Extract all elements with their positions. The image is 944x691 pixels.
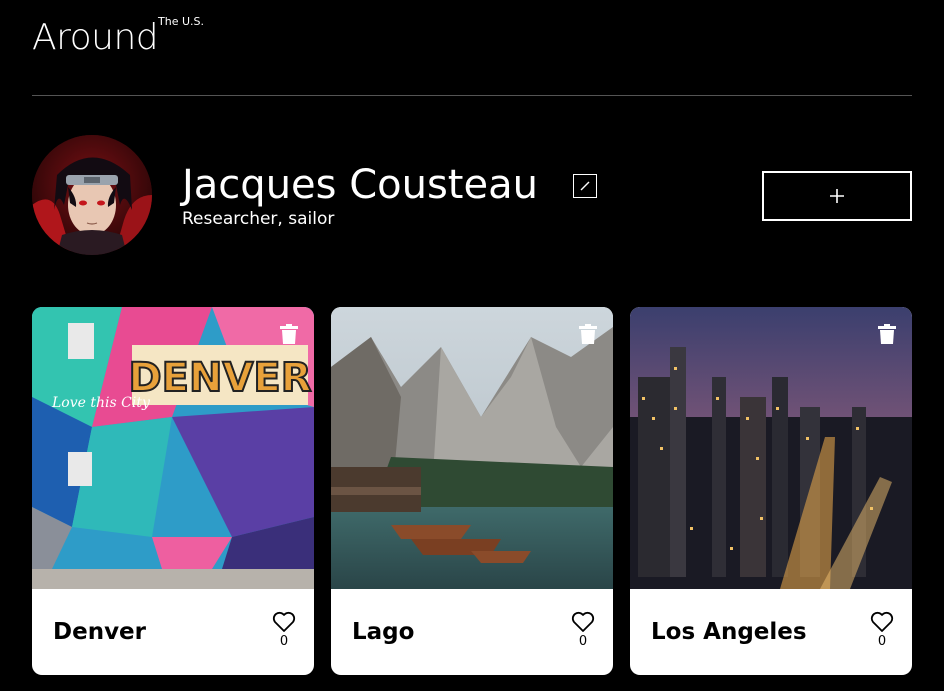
- heart-icon: [571, 611, 595, 632]
- card: Los Angeles 0: [630, 307, 912, 675]
- page-header: Around The U.S.: [32, 0, 912, 96]
- plus-icon: [830, 189, 844, 203]
- avatar-image: [32, 135, 152, 255]
- trash-icon: [280, 324, 298, 344]
- card-image-los-angeles[interactable]: [630, 307, 912, 589]
- profile-section: Jacques Cousteau Researcher, sailor: [32, 135, 912, 257]
- cards-grid: DENVER Love this City Denver 0 Lago 0 Lo…: [32, 307, 912, 675]
- card-title: Los Angeles: [651, 619, 807, 645]
- like-count: 0: [877, 634, 887, 649]
- like-count: 0: [578, 634, 588, 649]
- svg-text:DENVER: DENVER: [128, 355, 311, 401]
- avatar[interactable]: [32, 135, 152, 255]
- delete-card-button[interactable]: [280, 324, 298, 344]
- heart-icon: [870, 611, 894, 632]
- like-count: 0: [279, 634, 289, 649]
- edit-profile-button[interactable]: [573, 174, 597, 198]
- card: Lago 0: [331, 307, 613, 675]
- trash-icon: [878, 324, 896, 344]
- heart-icon: [272, 611, 296, 632]
- trash-icon: [579, 324, 597, 344]
- logo-superscript: The U.S.: [158, 15, 204, 28]
- like-button[interactable]: [870, 611, 894, 633]
- like-button[interactable]: [272, 611, 296, 633]
- pencil-icon: [580, 181, 590, 191]
- profile-about: Researcher, sailor: [182, 209, 335, 229]
- card-title: Denver: [53, 619, 146, 645]
- delete-card-button[interactable]: [579, 324, 597, 344]
- svg-text:Love this City: Love this City: [51, 395, 151, 411]
- profile-name: Jacques Cousteau: [182, 162, 538, 208]
- card-title: Lago: [352, 619, 415, 645]
- card: DENVER Love this City Denver 0: [32, 307, 314, 675]
- like-button[interactable]: [571, 611, 595, 633]
- delete-card-button[interactable]: [878, 324, 896, 344]
- add-card-button[interactable]: [762, 171, 912, 221]
- logo: Around: [32, 17, 159, 58]
- card-image-denver[interactable]: DENVER Love this City: [32, 307, 314, 589]
- card-image-lago[interactable]: [331, 307, 613, 589]
